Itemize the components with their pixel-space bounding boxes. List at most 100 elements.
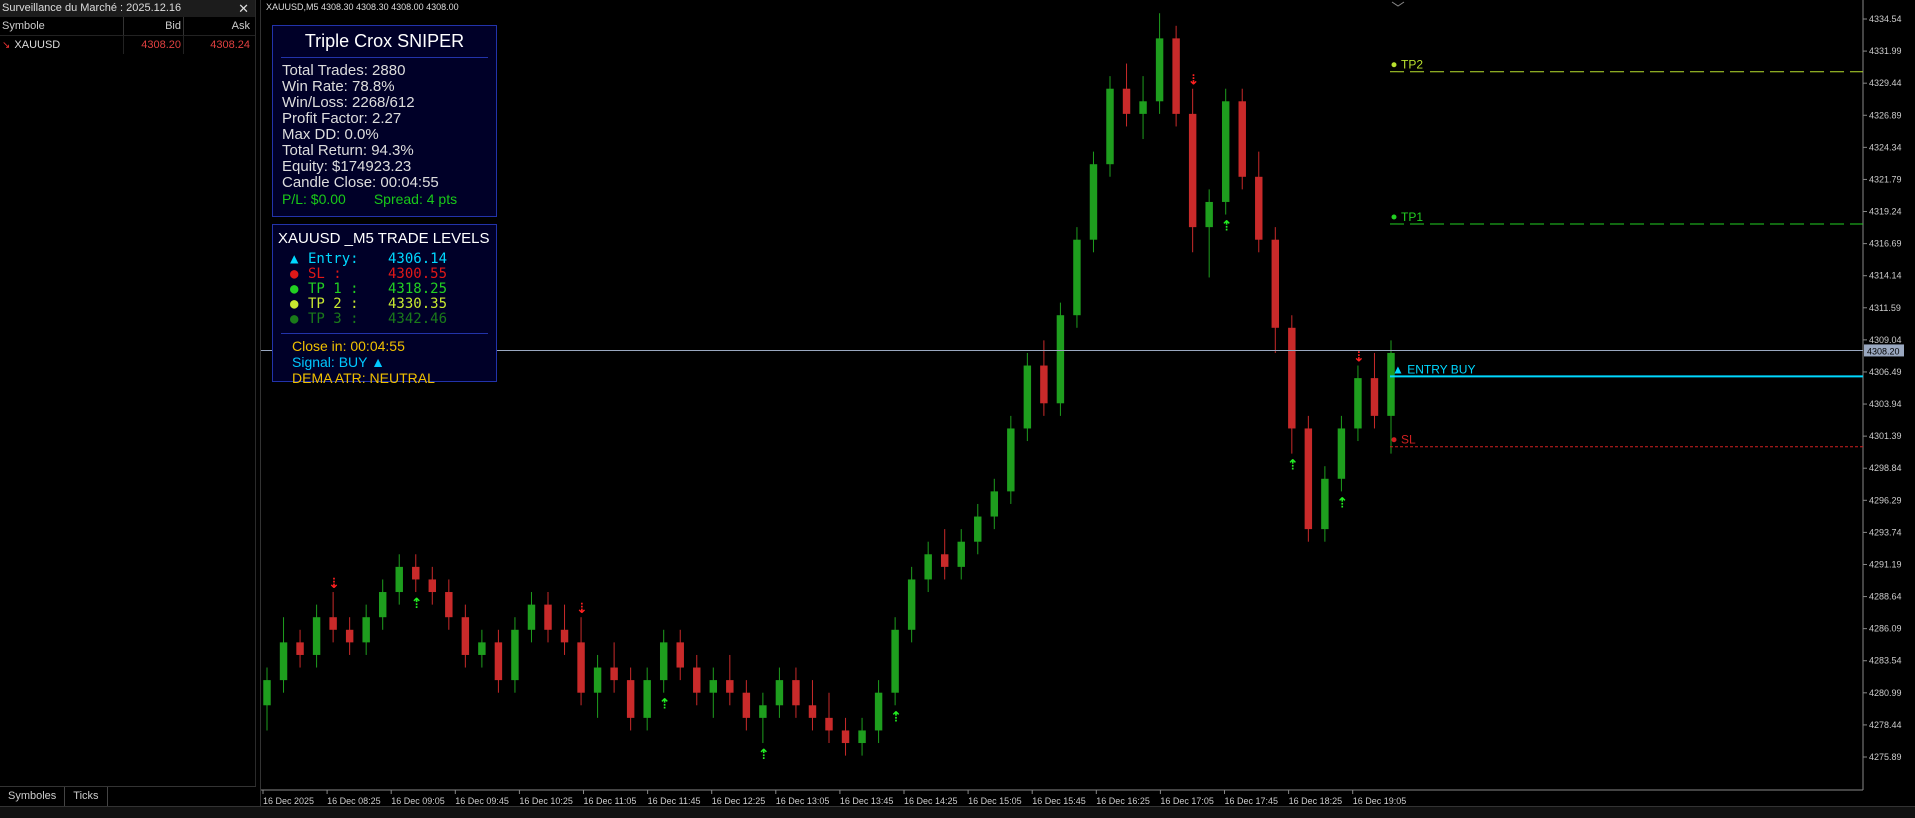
bull-candle <box>775 680 784 706</box>
price-tick-label: 4283.54 <box>1869 656 1902 666</box>
bear-candle <box>792 680 800 706</box>
time-tick-label: 16 Dec 13:05 <box>776 796 830 806</box>
price-tick-label: 4331.99 <box>1869 46 1902 56</box>
price-tick-label: 4311.59 <box>1869 303 1901 313</box>
stat-max-dd: Max DD: 0.0% <box>282 126 379 143</box>
sell-arrow-icon: ⇣ <box>576 601 588 617</box>
tab-ticks[interactable]: Ticks <box>65 787 108 806</box>
level-value: 4318.25 <box>388 281 448 297</box>
spread-value: Spread: 4 pts <box>373 191 458 207</box>
time-tick-label: 16 Dec 18:25 <box>1289 796 1343 806</box>
bull-candle <box>1354 378 1362 429</box>
bear-candle <box>461 617 470 655</box>
bull-candle <box>312 617 321 655</box>
tp1-dot-icon <box>1391 214 1397 220</box>
bear-candle <box>445 592 453 618</box>
trade-levels-panel: XAUUSD _M5 TRADE LEVELS ▲ Entry: 4306.14… <box>272 224 497 386</box>
level-row: ● TP 2 : 4330.35 <box>273 297 496 312</box>
level-name: SL : <box>308 266 342 282</box>
tab-symbols[interactable]: Symboles <box>0 787 66 806</box>
price-tick-label: 4334.54 <box>1869 14 1902 24</box>
time-tick-label: 16 Dec 13:45 <box>840 796 894 806</box>
stat-win-loss: Win/Loss: 2268/612 <box>282 94 415 111</box>
bear-candle <box>676 642 684 668</box>
bull-candle <box>478 642 486 655</box>
current-price-tag-label: 4308.20 <box>1867 346 1900 356</box>
bear-candle <box>1370 378 1379 416</box>
bull-candle <box>974 516 982 542</box>
close-icon[interactable]: ✕ <box>238 0 249 17</box>
price-tick-label: 4293.74 <box>1869 527 1902 537</box>
buy-arrow-icon: ⇡ <box>1287 458 1299 474</box>
chart-shift-marker-icon[interactable] <box>1391 1 1405 7</box>
divider <box>281 333 488 334</box>
level-name: TP 1 : <box>308 281 359 297</box>
level-bullet-icon: ● <box>290 296 299 312</box>
column-ask[interactable]: Ask <box>184 17 254 35</box>
bull-candle <box>395 566 403 593</box>
column-symbol[interactable]: Symbole <box>0 17 124 35</box>
bull-candle <box>874 692 883 731</box>
bear-candle <box>345 629 354 643</box>
bear-candle <box>1040 365 1048 404</box>
ask-value: 4308.24 <box>210 39 250 51</box>
bear-candle <box>626 680 635 718</box>
bull-candle <box>1155 38 1164 102</box>
bear-candle <box>428 579 437 593</box>
bear-candle <box>1238 101 1246 177</box>
time-tick-label: 16 Dec 2025 <box>263 796 314 806</box>
time-tick-label: 16 Dec 15:05 <box>968 796 1022 806</box>
price-tick-label: 4296.29 <box>1869 495 1902 505</box>
market-watch-title-bar: Surveillance du Marché : 2025.12.16 ✕ <box>0 0 255 17</box>
entry-label: ▲ ENTRY BUY <box>1392 362 1475 376</box>
level-value: 4300.55 <box>388 266 448 282</box>
buy-arrow-icon: ⇡ <box>411 596 423 612</box>
tp2-label: TP2 <box>1401 58 1423 72</box>
buy-arrow-icon: ⇡ <box>890 709 902 725</box>
bull-candle <box>858 730 866 744</box>
stat-total-trades: Total Trades: 2880 <box>282 62 406 79</box>
signal-text: Signal: BUY ▲ <box>292 354 385 370</box>
bear-candle <box>494 642 503 681</box>
bull-candle <box>1321 478 1329 530</box>
time-tick-label: 16 Dec 08:25 <box>327 796 381 806</box>
pl-row: P/L: $0.00 Spread: 4 pts <box>273 191 496 207</box>
level-bullet-icon: ● <box>290 266 299 282</box>
level-row: ● SL : 4300.55 <box>273 267 496 282</box>
price-tick-label: 4298.84 <box>1869 463 1902 473</box>
time-tick-label: 16 Dec 09:05 <box>391 796 445 806</box>
bull-candle <box>1056 315 1065 404</box>
column-bid[interactable]: Bid <box>124 17 184 35</box>
time-tick-label: 16 Dec 11:45 <box>648 796 701 806</box>
price-tick-label: 4314.14 <box>1869 271 1902 281</box>
symbol-row[interactable]: ↘ XAUUSD 4308.20 4308.24 <box>0 36 255 54</box>
level-name: TP 2 : <box>308 296 359 312</box>
price-tick-label: 4316.69 <box>1869 239 1902 249</box>
bull-candle <box>1139 101 1147 114</box>
bull-candle <box>1205 201 1213 228</box>
time-tick-label: 16 Dec 19:05 <box>1353 796 1407 806</box>
time-tick-label: 16 Dec 16:25 <box>1096 796 1150 806</box>
bear-candle <box>1122 88 1131 114</box>
level-value: 4342.46 <box>388 311 448 327</box>
bear-candle <box>544 604 552 630</box>
close-in-text: Close in: 00:04:55 <box>292 338 405 354</box>
bull-candle <box>759 705 767 718</box>
bear-candle <box>841 730 850 744</box>
bull-candle <box>891 629 899 693</box>
stat-win-rate: Win Rate: 78.8% <box>282 78 395 95</box>
bull-candle <box>1089 164 1098 240</box>
price-chart[interactable]: 4334.54 4331.99 4329.44 4326.89 4324.34 4321.… <box>260 0 1915 806</box>
strategy-stats-panel: Triple Crox SNIPER Total Trades: 2880 Wi… <box>272 25 497 217</box>
bear-candle <box>296 642 304 655</box>
bear-candle <box>412 566 420 580</box>
level-name: Entry: <box>308 251 359 267</box>
bull-candle <box>1007 428 1015 492</box>
price-tick-label: 4329.44 <box>1869 78 1902 88</box>
price-tick-label: 4280.99 <box>1869 688 1902 698</box>
chart-canvas[interactable]: 4334.54 4331.99 4329.44 4326.89 4324.34 4321.… <box>261 0 1915 806</box>
symbol-cell: ↘ XAUUSD <box>0 36 124 54</box>
price-tick-label: 4286.09 <box>1869 624 1902 634</box>
trade-levels-title: XAUUSD _M5 TRADE LEVELS <box>278 230 490 247</box>
bull-candle <box>1023 365 1032 429</box>
